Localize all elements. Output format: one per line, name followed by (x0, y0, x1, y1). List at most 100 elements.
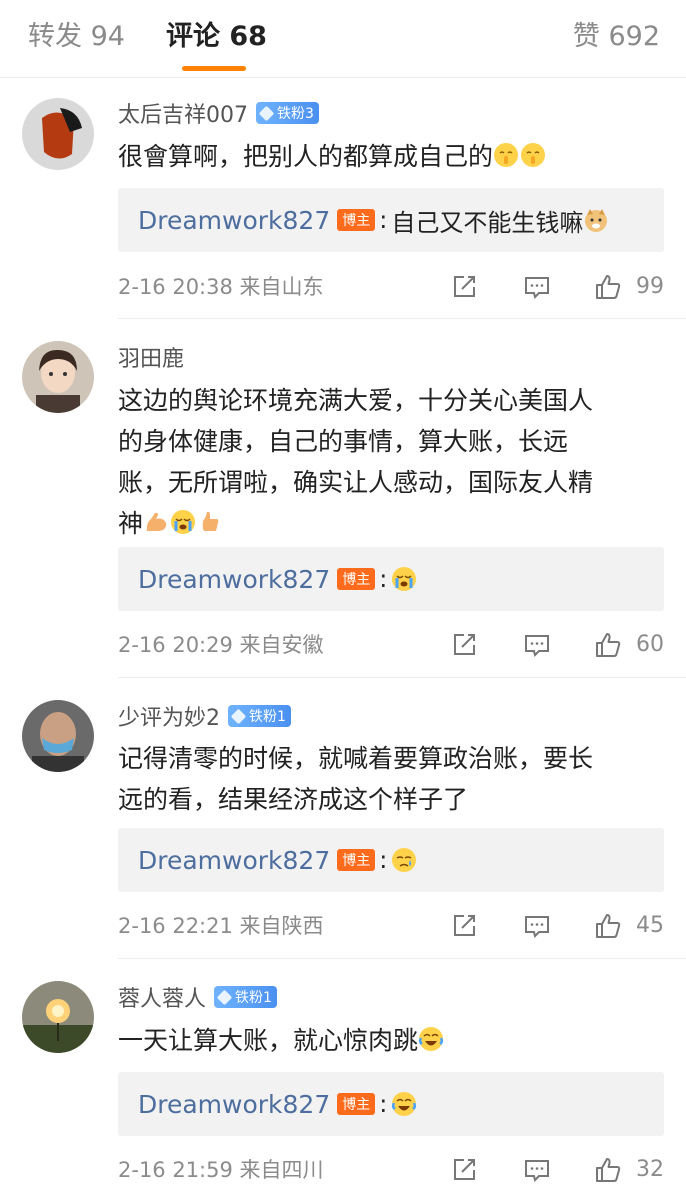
comment-icon[interactable] (523, 631, 551, 659)
comment-meta: 2-16 20:29 来自安徽 60 (118, 629, 664, 661)
avatar-image (22, 700, 94, 772)
reply-author[interactable]: Dreamwork827 (138, 846, 330, 875)
host-badge: 博主 (337, 849, 376, 871)
reply-content: Dreamwork827 博主 : (138, 1090, 418, 1119)
sad-emoji (392, 848, 417, 872)
comment-line: 远的看，结果经济成这个样子了 (118, 785, 469, 814)
tab-like[interactable]: 赞 692 (573, 18, 660, 56)
tab-repost[interactable]: 转发 94 (28, 18, 125, 56)
reply-separator: : (379, 1090, 388, 1118)
location: 来自安徽 (239, 633, 324, 657)
comment-icon[interactable] (523, 273, 551, 301)
comment-text: 记得清零的时候，就喊着要算政治账，要长 远的看，结果经济成这个样子了 (118, 738, 668, 820)
like-count: 32 (636, 1157, 664, 1182)
comment-line: 的身体健康，自己的事情，算大账，长远 (118, 427, 569, 456)
fan-badge-label: 铁粉1 (235, 990, 272, 1006)
comment-text: 一天让算大账，就心惊肉跳 (118, 1020, 668, 1061)
doge-emoji (585, 209, 608, 232)
fan-badge: 铁粉1 (214, 986, 277, 1008)
comment-time: 2-16 20:38 来自山东 (118, 271, 324, 303)
reply-author[interactable]: Dreamwork827 (138, 1090, 330, 1119)
laugh-cry-emoji (392, 1092, 417, 1116)
thumbs-up-icon[interactable] (594, 631, 622, 659)
comment-line: 记得清零的时候，就喊着要算政治账，要长 (118, 744, 594, 773)
username[interactable]: 羽田鹿 (118, 341, 184, 373)
crying-emoji (171, 510, 196, 534)
avatar-image (22, 981, 94, 1053)
like-count: 99 (636, 274, 664, 299)
tab-comment[interactable]: 评论 68 (166, 18, 267, 56)
laugh-cry-emoji (418, 1027, 444, 1051)
time: 2-16 21:59 (118, 1158, 233, 1182)
share-icon[interactable] (450, 631, 478, 659)
comment-tabs: 转发 94 评论 68 赞 692 (0, 0, 686, 78)
location: 来自四川 (239, 1158, 324, 1182)
time: 2-16 20:38 (118, 275, 233, 299)
fan-badge-label: 铁粉3 (277, 106, 314, 122)
username[interactable]: 少评为妙2 (118, 700, 220, 732)
diamond-icon (216, 989, 233, 1005)
comment-body: 很會算啊，把别人的都算成自己的 (118, 142, 494, 171)
avatar[interactable] (22, 981, 94, 1053)
divider (118, 958, 686, 959)
host-badge: 博主 (337, 1093, 376, 1115)
avatar[interactable] (22, 341, 94, 413)
comment-line: 神 (118, 509, 144, 538)
like-count: 45 (636, 913, 664, 938)
avatar[interactable] (22, 98, 94, 170)
like-count: 60 (636, 632, 664, 657)
comment-header: 蓉人蓉人 铁粉1 (118, 981, 277, 1013)
time: 2-16 22:21 (118, 914, 233, 938)
thumbs-up-icon[interactable] (594, 273, 622, 301)
reply-box[interactable]: Dreamwork827 博主 : (118, 547, 664, 611)
comment-header: 羽田鹿 (118, 341, 184, 373)
thumbs-up-icon[interactable] (594, 912, 622, 940)
active-tab-indicator (182, 66, 246, 71)
shush-emoji (521, 143, 546, 167)
comment-text: 这边的舆论环境充满大爱，十分关心美国人 的身体健康，自己的事情，算大账，长远 账… (118, 380, 668, 544)
reply-author[interactable]: Dreamwork827 (138, 565, 330, 594)
comment-time: 2-16 22:21 来自陕西 (118, 910, 324, 942)
comment-header: 少评为妙2 铁粉1 (118, 700, 291, 732)
fan-badge: 铁粉1 (228, 705, 291, 727)
diamond-icon (258, 105, 275, 121)
username[interactable]: 蓉人蓉人 (118, 981, 206, 1013)
reply-author[interactable]: Dreamwork827 (138, 206, 330, 235)
comment-meta: 2-16 22:21 来自陕西 45 (118, 910, 664, 942)
reply-content: Dreamwork827 博主 : (138, 846, 418, 875)
divider (0, 77, 686, 78)
reply-box[interactable]: Dreamwork827 博主 : (118, 1072, 664, 1136)
host-badge: 博主 (337, 568, 376, 590)
comment-line: 这边的舆论环境充满大爱，十分关心美国人 (118, 386, 594, 415)
thumbs-up-emoji (202, 511, 219, 531)
comment-line-last: 神 (118, 503, 668, 544)
comment-header: 太后吉祥007 铁粉3 (118, 97, 319, 129)
share-icon[interactable] (450, 912, 478, 940)
comment-time: 2-16 20:29 来自安徽 (118, 629, 324, 661)
avatar-image (22, 341, 94, 413)
shush-emoji (494, 143, 519, 167)
comment-icon[interactable] (523, 1156, 551, 1184)
time: 2-16 20:29 (118, 633, 233, 657)
reply-content: Dreamwork827 博主 : (138, 565, 418, 594)
comment-meta: 2-16 20:38 来自山东 99 (118, 271, 664, 303)
reply-content: Dreamwork827 博主 : 自己又不能生钱嘛 (138, 203, 610, 238)
avatar[interactable] (22, 700, 94, 772)
host-badge: 博主 (337, 209, 376, 231)
share-icon[interactable] (450, 1156, 478, 1184)
avatar-image (22, 98, 94, 170)
muscle-emoji (146, 512, 167, 531)
comment-text: 很會算啊，把别人的都算成自己的 (118, 136, 668, 177)
divider (118, 318, 686, 319)
share-icon[interactable] (450, 273, 478, 301)
diamond-icon (230, 708, 247, 724)
thumbs-up-icon[interactable] (594, 1156, 622, 1184)
reply-box[interactable]: Dreamwork827 博主 : (118, 828, 664, 892)
location: 来自山东 (239, 275, 324, 299)
fan-badge-label: 铁粉1 (249, 709, 286, 725)
divider (118, 677, 686, 678)
reply-box[interactable]: Dreamwork827 博主 : 自己又不能生钱嘛 (118, 188, 664, 252)
location: 来自陕西 (239, 914, 324, 938)
username[interactable]: 太后吉祥007 (118, 97, 248, 129)
comment-icon[interactable] (523, 912, 551, 940)
